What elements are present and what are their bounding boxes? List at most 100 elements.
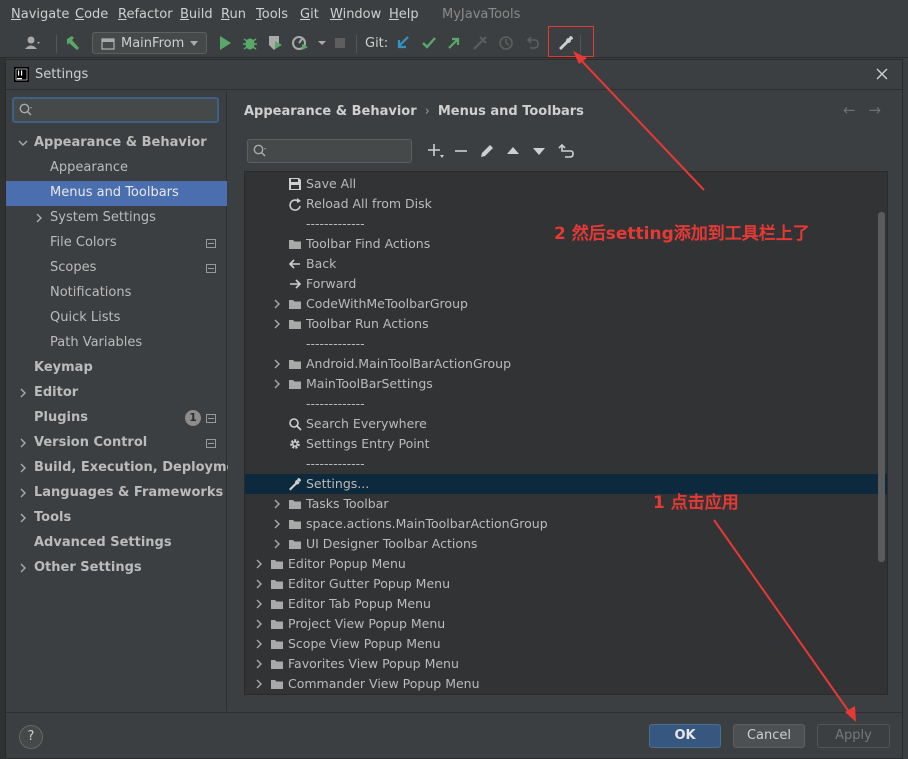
actions-search-input[interactable] — [247, 139, 412, 163]
move-down-icon[interactable] — [529, 141, 549, 161]
settings-search-input[interactable] — [12, 97, 219, 123]
sidebar-item[interactable]: Appearance & Behavior — [6, 131, 227, 156]
chevron-right-icon[interactable] — [272, 299, 282, 309]
separator-row[interactable]: ------------- — [245, 334, 887, 354]
sidebar-item[interactable]: Tools — [6, 506, 227, 531]
chevron-right-icon[interactable] — [18, 463, 28, 473]
action-tree-row[interactable]: CodeWithMeToolbarGroup — [245, 294, 887, 314]
chevron-right-icon[interactable] — [272, 379, 282, 389]
chevron-right-icon[interactable] — [254, 639, 264, 649]
add-icon[interactable] — [426, 141, 446, 161]
menu-refactor[interactable]: Refactor — [118, 7, 173, 22]
coverage-icon[interactable] — [265, 33, 285, 53]
git-push-icon[interactable] — [444, 33, 464, 53]
sidebar-item[interactable]: Keymap — [6, 356, 227, 381]
action-tree-row[interactable]: Save All — [245, 174, 887, 194]
ok-button[interactable]: OK — [649, 724, 721, 748]
sidebar-item[interactable]: File Colors — [6, 231, 227, 256]
forward-arrow-icon[interactable]: → — [868, 101, 881, 119]
chevron-right-icon[interactable] — [272, 359, 282, 369]
menu-build[interactable]: Build — [180, 7, 213, 22]
chevron-right-icon[interactable] — [254, 679, 264, 689]
sidebar-item[interactable]: Editor — [6, 381, 227, 406]
action-tree-row[interactable]: Search Everywhere — [245, 414, 887, 434]
run-icon[interactable] — [215, 33, 235, 53]
rollback-icon[interactable] — [522, 33, 542, 53]
menu-navigate[interactable]: Navigate — [11, 7, 69, 22]
history-icon[interactable] — [496, 33, 516, 53]
sidebar-item[interactable]: Other Settings — [6, 556, 227, 581]
action-tree-row[interactable]: Tasks Toolbar — [245, 494, 887, 514]
sidebar-item[interactable]: Menus and Toolbars — [6, 181, 227, 206]
menu-tools[interactable]: Tools — [256, 7, 288, 22]
chevron-right-icon[interactable] — [254, 659, 264, 669]
chevron-right-icon[interactable] — [18, 388, 28, 398]
action-tree-row[interactable]: Back — [245, 254, 887, 274]
action-tree-row[interactable]: UI Designer Toolbar Actions — [245, 534, 887, 554]
menu-run[interactable]: Run — [221, 7, 246, 22]
action-tree-row[interactable]: Project View Popup Menu — [245, 614, 887, 634]
chevron-right-icon[interactable] — [18, 513, 28, 523]
action-tree-row[interactable]: MainToolBarSettings — [245, 374, 887, 394]
apply-button[interactable]: Apply — [817, 724, 890, 748]
action-tree-row[interactable]: space.actions.MainToolbarActionGroup — [245, 514, 887, 534]
chevron-right-icon[interactable] — [272, 519, 282, 529]
action-tree-row[interactable]: Forward — [245, 274, 887, 294]
restore-icon[interactable] — [556, 141, 576, 161]
sidebar-item[interactable]: Quick Lists — [6, 306, 227, 331]
move-up-icon[interactable] — [503, 141, 523, 161]
stop-icon[interactable] — [330, 33, 350, 53]
action-tree-row[interactable]: Editor Gutter Popup Menu — [245, 574, 887, 594]
chevron-right-icon[interactable] — [254, 599, 264, 609]
action-tree-row[interactable]: Editor Popup Menu — [245, 554, 887, 574]
edit-icon[interactable] — [477, 141, 497, 161]
action-tree-row[interactable]: Android.MainToolBarActionGroup — [245, 354, 887, 374]
chevron-right-icon[interactable] — [18, 488, 28, 498]
remove-icon[interactable] — [451, 141, 471, 161]
chevron-right-icon[interactable] — [254, 559, 264, 569]
action-tree-row[interactable]: Reload All from Disk — [245, 194, 887, 214]
back-arrow-icon[interactable]: ← — [843, 101, 856, 119]
sidebar-item[interactable]: Path Variables — [6, 331, 227, 356]
sidebar-item[interactable]: Appearance — [6, 156, 227, 181]
debug-icon[interactable] — [240, 33, 260, 53]
sidebar-item[interactable]: Languages & Frameworks — [6, 481, 227, 506]
git-update-icon[interactable] — [393, 33, 413, 53]
chevron-down-icon[interactable] — [312, 33, 332, 53]
cancel-button[interactable]: Cancel — [733, 724, 805, 748]
git-commit-icon[interactable] — [419, 33, 439, 53]
chevron-right-icon[interactable] — [272, 539, 282, 549]
chevron-right-icon[interactable] — [254, 579, 264, 589]
sidebar-item[interactable]: Advanced Settings — [6, 531, 227, 556]
separator-row[interactable]: ------------- — [245, 394, 887, 414]
git-cherry-pick-icon[interactable] — [470, 33, 490, 53]
sidebar-item[interactable]: Build, Execution, Deployment — [6, 456, 251, 481]
chevron-right-icon[interactable] — [272, 319, 282, 329]
breadcrumb-item[interactable]: Appearance & Behavior — [244, 104, 417, 119]
action-tree-row[interactable]: Scope View Popup Menu — [245, 634, 887, 654]
chevron-down-icon[interactable] — [18, 138, 28, 148]
sidebar-item[interactable]: Plugins 1 — [6, 406, 227, 431]
menu-git[interactable]: Git — [300, 7, 319, 22]
sidebar-item[interactable]: Version Control — [6, 431, 227, 456]
chevron-right-icon[interactable] — [34, 213, 44, 223]
chevron-right-icon[interactable] — [18, 563, 28, 573]
sidebar-item[interactable]: Scopes — [6, 256, 227, 281]
action-tree-row[interactable]: Commander View Popup Menu — [245, 674, 887, 694]
action-tree-row[interactable]: Settings... — [245, 474, 887, 494]
sidebar-item[interactable]: Notifications — [6, 281, 227, 306]
action-tree-row[interactable]: Favorites View Popup Menu — [245, 654, 887, 674]
profiler-icon[interactable] — [290, 33, 310, 53]
user-icon[interactable] — [22, 33, 42, 53]
close-icon[interactable] — [874, 66, 890, 82]
action-tree-row[interactable]: Editor Tab Popup Menu — [245, 594, 887, 614]
chevron-right-icon[interactable] — [254, 619, 264, 629]
run-configuration-select[interactable]: MainFrom — [92, 32, 207, 54]
menu-code[interactable]: Code — [75, 7, 108, 22]
action-tree-row[interactable]: Toolbar Run Actions — [245, 314, 887, 334]
vertical-scrollbar[interactable] — [878, 212, 885, 562]
hammer-icon[interactable] — [63, 33, 83, 53]
chevron-right-icon[interactable] — [272, 499, 282, 509]
chevron-right-icon[interactable] — [18, 438, 28, 448]
help-button[interactable]: ? — [19, 725, 43, 749]
